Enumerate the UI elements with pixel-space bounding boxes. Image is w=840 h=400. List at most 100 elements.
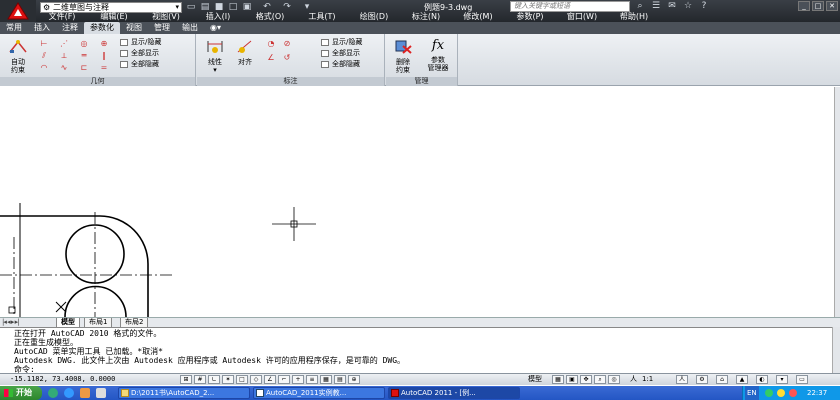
command-window[interactable]: 正在打开 AutoCAD 2010 格式的文件。 正在重生成模型。 AutoCA… [0,327,840,374]
tab-insert[interactable]: 插入 [28,22,56,34]
dyn-toggle-icon[interactable]: + [292,375,304,384]
quick-properties-toggle-icon[interactable]: ▤ [334,375,346,384]
clean-screen-icon[interactable]: ▭ [796,375,808,384]
redo-icon[interactable]: ↷ [282,2,292,12]
horizontal-icon[interactable]: ═ [78,51,90,61]
grid-toggle-icon[interactable]: # [194,375,206,384]
geometry-show-hide-button[interactable]: 显示/隐藏 [120,38,161,47]
layout-nav-arrows[interactable]: |◂ ◂ ▸ ▸| [2,318,19,327]
favorites-icon[interactable]: ☆ [682,1,694,12]
new-file-icon[interactable]: ▭ [186,2,196,12]
annotation-scale-value[interactable]: 1:1 [642,374,653,385]
quick-view-icon[interactable]: ▣ [566,375,578,384]
tab-parametric[interactable]: 参数化 [84,22,120,34]
perpendicular-icon[interactable]: ⟂ [58,51,70,61]
browser-icon[interactable] [64,388,74,398]
isolate-objects-icon[interactable]: ◐ [756,375,768,384]
auto-constrain-button[interactable]: 自动 约束 [4,38,32,74]
linear-button[interactable]: 线性 ▾ [203,38,227,74]
delete-constraints-button[interactable]: 删除 约束 [390,38,416,74]
vertical-scrollbar[interactable] [834,87,840,317]
lock-icon[interactable]: ⌂ [716,375,728,384]
symmetric-icon[interactable]: ⊏ [78,63,90,73]
menu-draw[interactable]: 绘图(D) [348,12,400,22]
menu-edit[interactable]: 编辑(E) [88,12,140,22]
smooth-icon[interactable]: ∿ [58,63,70,73]
menu-view[interactable]: 视图(V) [140,12,192,22]
ribbon-options-icon[interactable]: ◉▾ [204,22,227,34]
menu-format[interactable]: 格式(O) [244,12,296,22]
menu-modify[interactable]: 修改(M) [452,12,504,22]
aligned-button[interactable]: 对齐 [233,38,257,66]
search-input[interactable]: 键入关键字或短语 [510,1,630,12]
pan-icon[interactable]: ✥ [580,375,592,384]
angular-icon[interactable]: ∠ [265,53,277,63]
save-icon[interactable]: ■ [214,2,224,12]
tab-manage[interactable]: 管理 [148,22,176,34]
annotation-scale-icon[interactable]: 人 [630,374,637,385]
language-indicator[interactable]: EN [745,386,759,400]
tab-home[interactable]: 常用 [0,22,28,34]
menu-help[interactable]: 帮助(H) [608,12,660,22]
undo-icon[interactable]: ↶ [262,2,272,12]
tab-annotate[interactable]: 注释 [56,22,84,34]
menu-file[interactable]: 文件(F) [36,12,88,22]
security-icon[interactable] [789,389,797,397]
dimension-hide-all-button[interactable]: 全部隐藏 [321,60,360,69]
plot-icon[interactable]: ▣ [242,2,252,12]
minimize-button[interactable]: _ [798,1,810,11]
chevron-down-icon[interactable]: ▾ [302,2,312,12]
start-button[interactable]: 开始 [0,386,42,400]
menu-insert[interactable]: 插入(I) [192,12,244,22]
save-as-icon[interactable]: □ [228,2,238,12]
dimension-show-all-button[interactable]: 全部显示 [321,49,360,58]
transparency-toggle-icon[interactable]: ▦ [320,375,332,384]
volume-icon[interactable] [777,389,785,397]
search-icon[interactable]: ⌕ [634,1,646,12]
open-file-icon[interactable]: ▤ [200,2,210,12]
fix-icon[interactable]: ⊕ [98,39,110,49]
workspace-switch-icon[interactable]: ⚙ [696,375,708,384]
coincident-icon[interactable]: ⊢ [38,39,50,49]
diameter-icon[interactable]: ⊘ [281,39,293,49]
quick-launch-icon[interactable] [48,388,58,398]
selection-cycling-toggle-icon[interactable]: ⊕ [348,375,360,384]
subscription-icon[interactable]: ☰ [650,1,662,12]
concentric-icon[interactable]: ◎ [78,39,90,49]
maximize-button[interactable]: □ [812,1,824,11]
command-scrollbar[interactable] [832,327,840,373]
communication-icon[interactable]: ✉ [666,1,678,12]
taskbar-explorer-button[interactable]: D:\2011书\AutoCAD_2... [118,387,250,399]
folder-icon[interactable] [80,388,90,398]
model-space-toggle[interactable]: 模型 [528,374,542,385]
ducs-toggle-icon[interactable]: ⌐ [278,375,290,384]
3dosnap-toggle-icon[interactable]: ◇ [250,375,262,384]
dimension-show-hide-button[interactable]: 显示/隐藏 [321,38,362,47]
tab-output[interactable]: 输出 [176,22,204,34]
taskbar-word-button[interactable]: AutoCAD_2011实例教... [253,387,385,399]
menu-tools[interactable]: 工具(T) [296,12,348,22]
collinear-icon[interactable]: ⋰ [58,39,70,49]
ortho-toggle-icon[interactable]: ∟ [208,375,220,384]
steering-wheel-icon[interactable]: ◎ [608,375,620,384]
layout-grid-icon[interactable]: ▦ [552,375,564,384]
menu-window[interactable]: 窗口(W) [556,12,608,22]
zoom-icon[interactable]: ⌕ [594,375,606,384]
network-icon[interactable] [765,389,773,397]
osnap-toggle-icon[interactable]: □ [236,375,248,384]
annotation-visibility-icon[interactable]: 人 [676,375,688,384]
tab-view[interactable]: 视图 [120,22,148,34]
parallel-icon[interactable]: ⫽ [38,51,50,61]
radius-icon[interactable]: ◔ [265,39,277,49]
lineweight-toggle-icon[interactable]: ≡ [306,375,318,384]
dimension-panel-label[interactable]: 标注 [197,77,384,86]
taskbar-autocad-button[interactable]: AutoCAD 2011 - [例... [388,387,520,399]
hardware-acceleration-icon[interactable]: ▲ [736,375,748,384]
menu-parametric[interactable]: 参数(P) [504,12,556,22]
menu-dimension[interactable]: 标注(N) [400,12,452,22]
snap-toggle-icon[interactable]: ⊞ [180,375,192,384]
desktop-icon[interactable] [96,388,106,398]
status-tray-settings-icon[interactable]: ▾ [776,375,788,384]
convert-icon[interactable]: ↺ [281,53,293,63]
polar-toggle-icon[interactable]: ✶ [222,375,234,384]
